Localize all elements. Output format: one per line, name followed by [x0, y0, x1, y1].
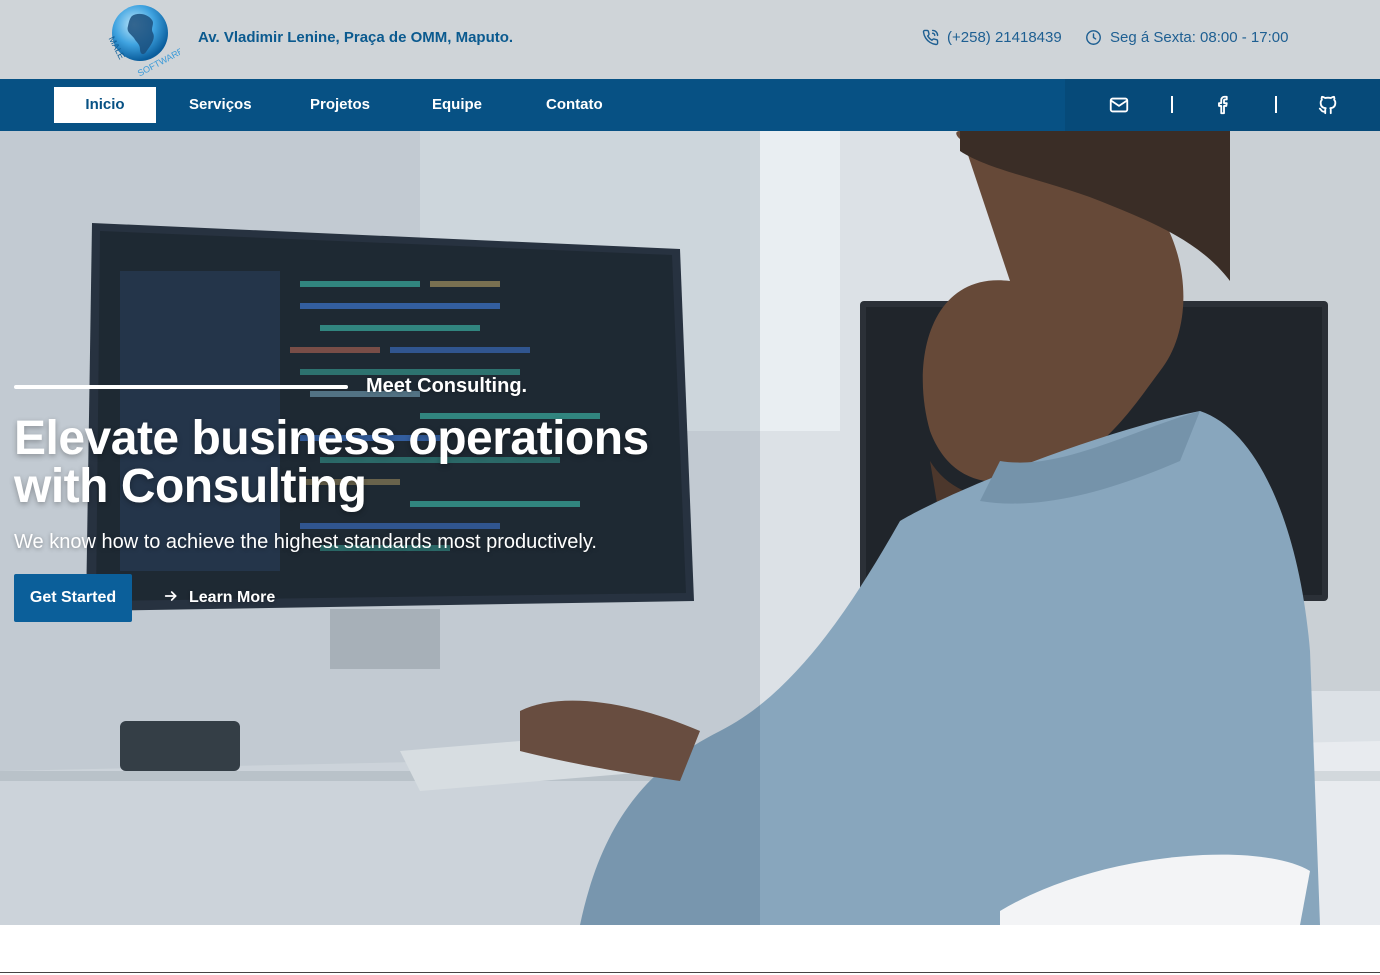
nav-item-projetos[interactable]: Projetos [310, 87, 370, 123]
learn-more-button[interactable]: Learn More [163, 586, 275, 610]
nav-item-inicio[interactable]: Inicio [54, 87, 156, 123]
hero-tagline: Meet Consulting. [366, 375, 528, 397]
hero-section: Meet Consulting. Elevate business operat… [0, 131, 1380, 925]
hero-background-photo [0, 131, 1380, 925]
headline-line-2: with Consulting [14, 460, 367, 513]
facebook-icon[interactable] [1213, 94, 1235, 116]
learn-more-label: Learn More [189, 589, 276, 606]
mail-icon[interactable] [1108, 94, 1130, 116]
social-divider [1275, 96, 1277, 113]
headline-line-1: Elevate business operations [14, 412, 649, 465]
social-links [1065, 79, 1380, 131]
arrow-right-icon [163, 588, 179, 609]
get-started-button[interactable]: Get Started [14, 574, 132, 622]
page-divider [0, 972, 1380, 973]
social-divider [1171, 96, 1173, 113]
main-navbar: Inicio Serviços Projetos Equipe Contato [0, 79, 1380, 131]
nav-item-servicos[interactable]: Serviços [189, 87, 252, 123]
top-info-bar: MALE SOFTWARE Av. Vladimir Lenine, Praça… [0, 0, 1380, 79]
tagline-divider [14, 385, 348, 389]
phone-number: (+258) 21418439 [947, 29, 1062, 46]
phone-icon [922, 29, 939, 46]
hero-subheading: We know how to achieve the highest stand… [14, 531, 597, 553]
github-icon[interactable] [1317, 94, 1339, 116]
hours-text: Seg á Sexta: 08:00 - 17:00 [1110, 29, 1289, 46]
company-address: Av. Vladimir Lenine, Praça de OMM, Maput… [198, 29, 514, 46]
nav-item-equipe[interactable]: Equipe [432, 87, 482, 123]
business-hours: Seg á Sexta: 08:00 - 17:00 [1085, 29, 1288, 46]
phone-contact[interactable]: (+258) 21418439 [922, 29, 1062, 46]
malesoftware-logo[interactable]: MALE SOFTWARE [100, 2, 185, 78]
hero-headline: Elevate business operations with Consult… [14, 415, 734, 511]
nav-item-contato[interactable]: Contato [546, 87, 603, 123]
clock-icon [1085, 29, 1102, 46]
